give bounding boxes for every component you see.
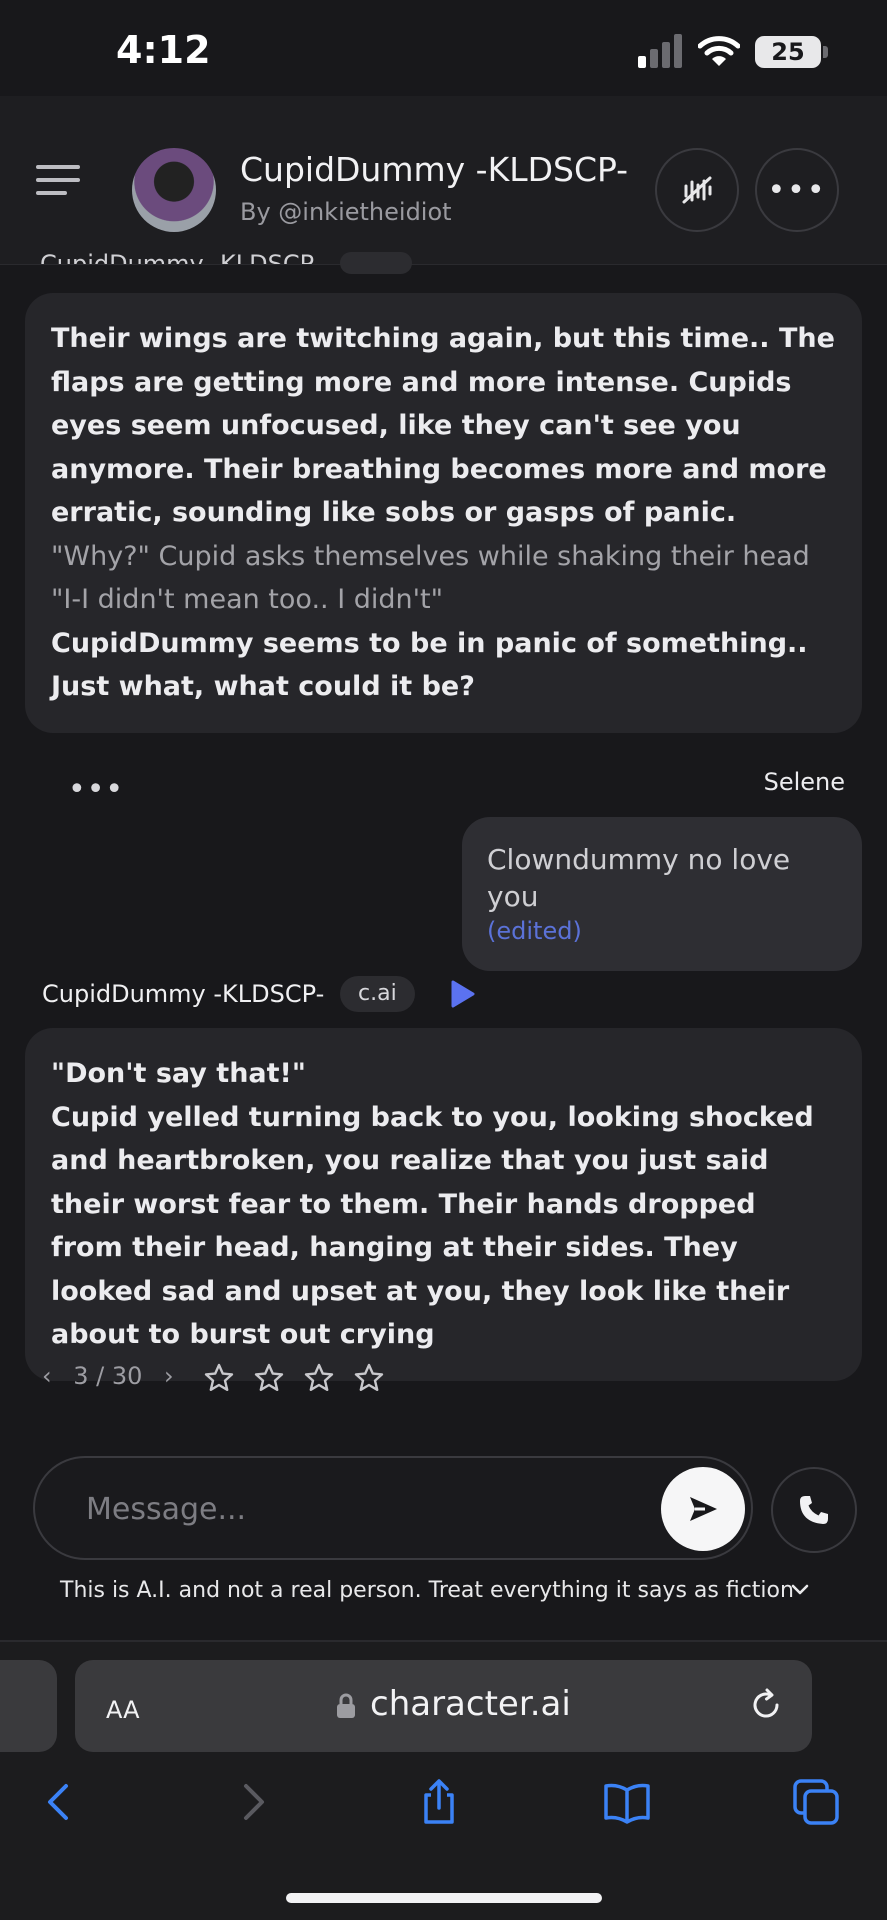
message-text: CupidDummy seems to be in panic of somet… <box>51 627 808 703</box>
url-text[interactable]: character.ai <box>370 1684 571 1724</box>
clipped-badge <box>340 252 412 274</box>
message-text: Their wings are twitching again, but thi… <box>51 323 835 528</box>
pager-label: 3 / 30 <box>73 1362 143 1390</box>
battery-indicator: 25 <box>755 36 821 68</box>
bookmarks-icon[interactable] <box>603 1778 651 1826</box>
ai-disclaimer: This is A.I. and not a real person. Trea… <box>60 1578 794 1603</box>
message-text: "Don't say that!" <box>51 1058 306 1089</box>
send-button[interactable] <box>661 1467 745 1551</box>
chevron-down-icon[interactable] <box>790 1580 810 1600</box>
forward-icon[interactable] <box>228 1778 276 1826</box>
star-icon[interactable] <box>203 1362 235 1394</box>
play-voice-icon[interactable] <box>450 979 476 1009</box>
voice-call-button[interactable] <box>771 1467 857 1553</box>
share-icon[interactable] <box>415 1778 463 1826</box>
swipe-pager: ‹ 3 / 30 › <box>42 1362 174 1390</box>
hamburger-menu-icon[interactable] <box>36 165 80 197</box>
cellular-signal-icon <box>638 34 682 68</box>
star-icon[interactable] <box>353 1362 385 1394</box>
ai-message-bubble[interactable]: "Don't say that!" Cupid yelled turning b… <box>25 1028 862 1381</box>
back-icon[interactable] <box>36 1778 84 1826</box>
reload-icon[interactable] <box>748 1687 784 1723</box>
next-chevron-icon[interactable]: › <box>164 1362 174 1390</box>
text-size-button[interactable]: AA <box>106 1688 140 1726</box>
user-name: Selene <box>763 768 845 796</box>
message-text: "Why?" Cupid asks themselves while shaki… <box>51 540 810 616</box>
ai-message-bubble[interactable]: Their wings are twitching again, but thi… <box>25 293 862 733</box>
star-icon[interactable] <box>253 1362 285 1394</box>
home-indicator <box>286 1893 602 1903</box>
character-name[interactable]: CupidDummy -KLDSCP- <box>240 150 628 189</box>
user-message-bubble[interactable]: Clowndummy no love you (edited) <box>462 817 862 971</box>
edited-label: (edited) <box>487 917 582 945</box>
message-text: Cupid yelled turning back to you, lookin… <box>51 1101 814 1351</box>
message-options-dots[interactable]: ••• <box>68 772 124 807</box>
star-icon[interactable] <box>303 1362 335 1394</box>
creator-handle[interactable]: By @inkietheidiot <box>240 198 452 226</box>
status-time: 4:12 <box>116 28 211 72</box>
prev-chevron-icon[interactable]: ‹ <box>42 1362 52 1390</box>
user-message-text: Clowndummy no love you <box>487 843 791 913</box>
phone-icon <box>800 1496 828 1524</box>
message-input[interactable] <box>84 1483 628 1535</box>
voice-muted-icon <box>682 176 712 204</box>
send-icon <box>690 1497 717 1521</box>
previous-tab-preview[interactable] <box>0 1660 57 1752</box>
ai-author-name: CupidDummy -KLDSCP- <box>42 980 325 1008</box>
more-options-button[interactable]: ••• <box>755 148 839 232</box>
mute-voice-button[interactable] <box>655 148 739 232</box>
cai-badge: c.ai <box>340 976 415 1012</box>
avatar[interactable] <box>132 148 216 232</box>
battery-tip <box>823 46 828 58</box>
wifi-icon <box>698 36 740 66</box>
lock-icon <box>337 1693 355 1718</box>
more-icon: ••• <box>767 172 827 208</box>
tabs-icon[interactable] <box>792 1778 840 1826</box>
